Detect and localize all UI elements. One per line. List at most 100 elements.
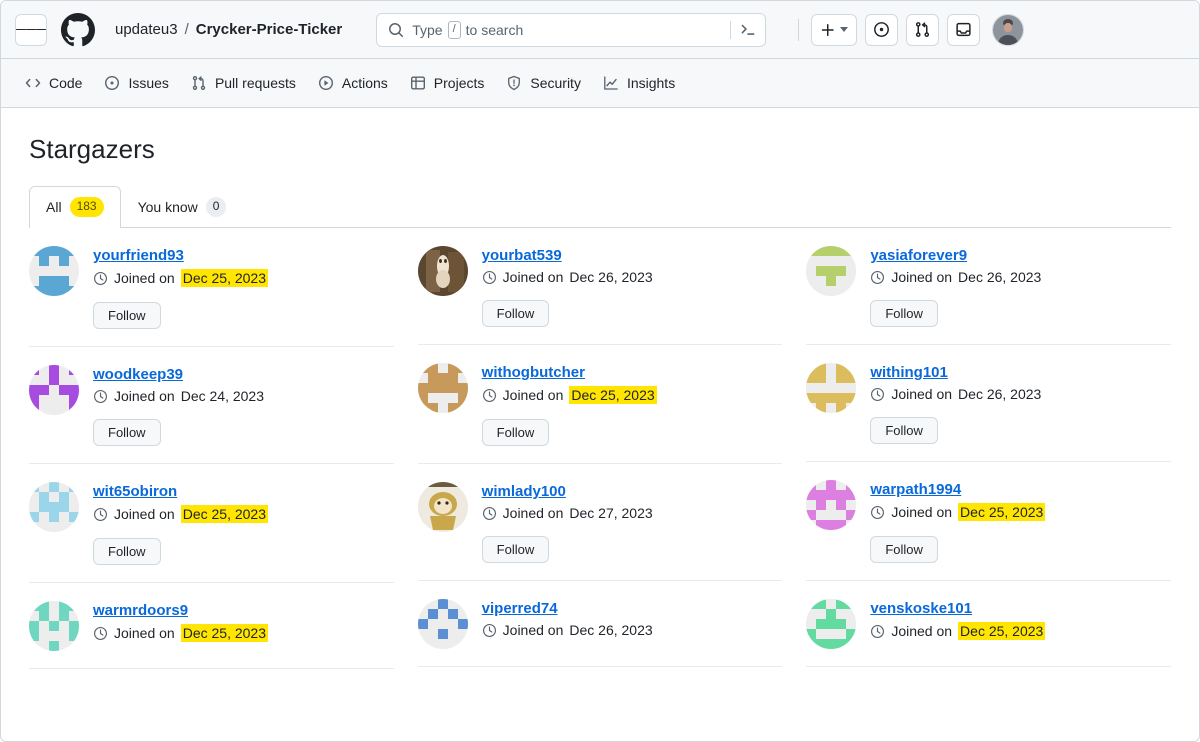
joined-prefix: Joined on	[502, 269, 564, 285]
joined-date: Joined on Dec 26, 2023	[870, 269, 1171, 285]
joined-date: Joined on Dec 25, 2023	[93, 505, 394, 523]
stargazer-username-link[interactable]: warmrdoors9	[93, 602, 394, 619]
avatar[interactable]	[29, 482, 79, 532]
avatar[interactable]	[806, 599, 857, 649]
avatar[interactable]	[417, 599, 468, 649]
stargazer-info: venskoske101 Joined on Dec 25, 2023	[870, 599, 1171, 640]
nav-label: Security	[530, 75, 581, 91]
inbox-button[interactable]	[947, 13, 981, 46]
joined-date: Joined on Dec 25, 2023	[93, 269, 394, 287]
hamburger-menu-icon[interactable]	[15, 13, 47, 46]
joined-date: Joined on Dec 26, 2023	[482, 622, 783, 638]
joined-date-value: Dec 25, 2023	[958, 622, 1046, 640]
search-placeholder: Type / to search	[412, 20, 722, 39]
joined-date-value: Dec 27, 2023	[569, 505, 653, 521]
stargazer-username-link[interactable]: yasiaforever9	[870, 247, 1171, 264]
nav-label: Insights	[626, 75, 676, 91]
photo-avatar-image	[417, 482, 468, 532]
avatar-image	[993, 14, 1024, 45]
avatar[interactable]	[806, 363, 857, 413]
joined-prefix: Joined on	[502, 505, 564, 521]
stargazer-card: yourbat539 Joined on Dec 26, 2023 Follow	[417, 228, 783, 345]
stargazer-card: withogbutcher Joined on Dec 25, 2023 Fol…	[417, 345, 783, 464]
stargazer-username-link[interactable]: viperred74	[482, 600, 783, 617]
nav-item-pull-requests[interactable]: Pull requests	[191, 59, 296, 107]
stargazer-info: wimlady100 Joined on Dec 27, 2023 Follow	[481, 482, 783, 563]
stargazer-username-link[interactable]: withogbutcher	[482, 364, 783, 381]
nav-item-issues[interactable]: Issues	[104, 59, 169, 107]
github-logo-icon[interactable]	[61, 12, 95, 47]
nav-item-code[interactable]: Code	[25, 59, 82, 107]
stargazer-info: withogbutcher Joined on Dec 25, 2023 Fol…	[481, 363, 783, 446]
avatar[interactable]	[806, 246, 857, 296]
follow-button[interactable]: Follow	[870, 417, 938, 444]
stargazer-username-link[interactable]: warpath1994	[870, 481, 1171, 498]
avatar[interactable]	[29, 365, 79, 415]
user-avatar[interactable]	[992, 13, 1025, 46]
tab-all-label: All	[46, 199, 62, 215]
stargazer-tabs: All 183 You know 0	[29, 186, 1171, 228]
joined-date: Joined on Dec 25, 2023	[870, 503, 1171, 521]
nav-item-projects[interactable]: Projects	[410, 59, 484, 107]
tab-you-know[interactable]: You know 0	[121, 186, 244, 227]
nav-item-security[interactable]: Security	[506, 59, 581, 107]
stargazer-username-link[interactable]: wimlady100	[482, 483, 783, 500]
nav-item-insights[interactable]: Insights	[603, 59, 675, 107]
stargazer-card: yasiaforever9 Joined on Dec 26, 2023 Fol…	[806, 228, 1171, 345]
follow-button[interactable]: Follow	[481, 536, 550, 563]
breadcrumb-separator: /	[184, 21, 189, 38]
search-input[interactable]: Type / to search	[376, 12, 767, 47]
follow-button[interactable]: Follow	[481, 300, 550, 327]
clock-icon	[94, 389, 107, 403]
stargazer-username-link[interactable]: venskoske101	[870, 600, 1171, 617]
avatar[interactable]	[417, 363, 468, 413]
joined-prefix: Joined on	[891, 269, 953, 285]
pull-requests-button[interactable]	[906, 13, 940, 46]
nav-item-actions[interactable]: Actions	[318, 59, 388, 107]
stargazer-username-link[interactable]: woodkeep39	[93, 366, 394, 383]
clock-icon	[94, 271, 107, 285]
stargazer-info: yasiaforever9 Joined on Dec 26, 2023 Fol…	[870, 246, 1171, 327]
follow-button[interactable]: Follow	[870, 300, 938, 327]
joined-date: Joined on Dec 25, 2023	[93, 624, 394, 642]
joined-date-value: Dec 26, 2023	[569, 269, 653, 285]
follow-button[interactable]: Follow	[93, 419, 161, 446]
repo-nav: Code Issues Pull requests Actions Projec…	[1, 59, 1199, 108]
tab-all[interactable]: All 183	[29, 186, 121, 228]
breadcrumb-owner[interactable]: updateu3	[115, 21, 178, 38]
avatar[interactable]	[29, 601, 79, 651]
breadcrumb-repo[interactable]: Crycker-Price-Ticker	[196, 21, 342, 38]
stargazer-username-link[interactable]: yourfriend93	[93, 247, 394, 264]
avatar[interactable]	[806, 480, 857, 530]
joined-prefix: Joined on	[114, 625, 175, 641]
clock-icon	[871, 624, 885, 638]
stargazer-username-link[interactable]: withing101	[870, 364, 1171, 381]
search-slash-key: /	[447, 20, 461, 39]
graph-icon	[604, 76, 618, 90]
stargazer-username-link[interactable]: yourbat539	[482, 247, 783, 264]
follow-button[interactable]: Follow	[870, 536, 938, 563]
inbox-icon	[956, 22, 971, 37]
github-stargazers-page: updateu3 / Crycker-Price-Ticker Type / t…	[0, 0, 1200, 742]
create-new-button[interactable]	[811, 13, 858, 46]
follow-button[interactable]: Follow	[481, 419, 550, 446]
avatar[interactable]	[29, 246, 79, 296]
issues-button[interactable]	[865, 13, 899, 46]
avatar[interactable]	[417, 246, 468, 296]
clock-icon	[482, 270, 496, 284]
stargazer-username-link[interactable]: wit65obiron	[93, 483, 394, 500]
nav-label: Issues	[128, 75, 169, 91]
command-palette-icon[interactable]	[739, 21, 757, 39]
clock-icon	[94, 507, 107, 521]
identicon-image	[806, 599, 857, 649]
follow-button[interactable]: Follow	[93, 302, 161, 329]
plus-icon	[821, 23, 834, 36]
stargazer-info: yourbat539 Joined on Dec 26, 2023 Follow	[481, 246, 783, 327]
chevron-down-icon	[840, 27, 849, 32]
breadcrumb: updateu3 / Crycker-Price-Ticker	[115, 21, 342, 38]
joined-prefix: Joined on	[502, 387, 564, 403]
clock-icon	[871, 387, 885, 401]
joined-date: Joined on Dec 24, 2023	[93, 388, 394, 404]
avatar[interactable]	[417, 482, 468, 532]
follow-button[interactable]: Follow	[93, 538, 161, 565]
